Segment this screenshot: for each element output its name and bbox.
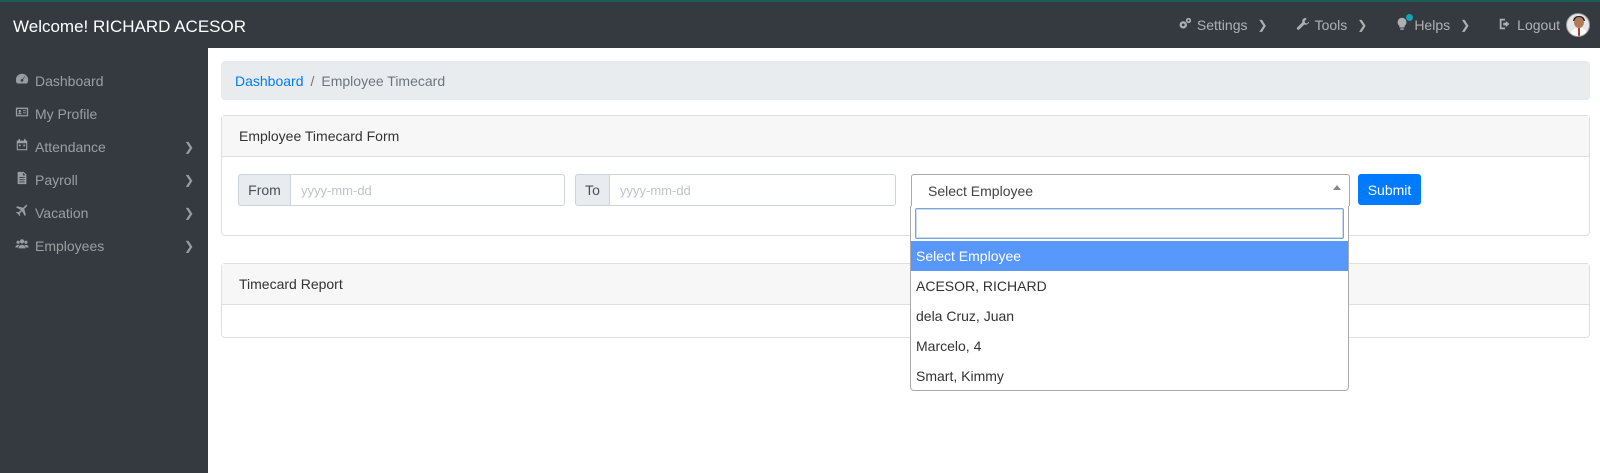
avatar[interactable] (1566, 13, 1590, 37)
timecard-report-title: Timecard Report (222, 264, 1589, 305)
calendar-icon (15, 138, 35, 155)
plane-icon (15, 204, 35, 221)
breadcrumb: Dashboard / Employee Timecard (221, 61, 1590, 100)
sidebar-item-label: Vacation (35, 204, 89, 221)
to-date-group: To (575, 174, 896, 206)
sidebar-item-label: Employees (35, 237, 105, 254)
chevron-right-icon: ❯ (183, 238, 194, 253)
id-card-icon (15, 105, 35, 122)
sign-out-icon (1498, 17, 1512, 34)
welcome-title: Welcome! RICHARD ACESOR (13, 17, 247, 36)
chevron-right-icon: ❯ (1460, 18, 1471, 32)
sidebar-item-label: Attendance (35, 138, 106, 155)
helps-label: Helps (1414, 17, 1451, 33)
sidebar-item-attendance[interactable]: Attendance ❯ (0, 130, 208, 163)
employee-option[interactable]: Marcelo, 4 (911, 331, 1348, 361)
logout-label: Logout (1517, 17, 1560, 33)
wrench-icon (1296, 17, 1310, 34)
sidebar-item-employees[interactable]: Employees ❯ (0, 229, 208, 262)
to-label: To (575, 174, 609, 206)
chevron-right-icon: ❯ (1357, 18, 1368, 32)
sidebar-item-label: My Profile (35, 105, 98, 122)
employee-select-value: Select Employee (928, 182, 1034, 199)
users-icon (15, 237, 35, 254)
tools-menu[interactable]: Tools ❯ (1296, 17, 1368, 34)
sidebar-item-vacation[interactable]: Vacation ❯ (0, 196, 208, 229)
settings-menu[interactable]: Settings ❯ (1178, 17, 1268, 34)
employee-option[interactable]: ACESOR, RICHARD (911, 271, 1348, 301)
tools-label: Tools (1314, 17, 1348, 33)
timecard-form-card: Employee Timecard Form From To Select Em… (221, 115, 1590, 236)
employee-option[interactable]: Smart, Kimmy (911, 361, 1348, 391)
sidebar-item-label: Dashboard (35, 72, 104, 89)
breadcrumb-current: Employee Timecard (321, 72, 446, 89)
sidebar: Dashboard My Profile Attendance ❯ Payrol… (0, 48, 208, 473)
timecard-report-card: Timecard Report (221, 263, 1590, 338)
submit-button[interactable]: Submit (1358, 174, 1421, 205)
sidebar-item-dashboard[interactable]: Dashboard (0, 64, 208, 97)
employee-search-input[interactable] (915, 208, 1344, 239)
chevron-right-icon: ❯ (1257, 18, 1268, 32)
cogs-icon (1178, 17, 1192, 34)
breadcrumb-separator: / (310, 72, 315, 89)
sidebar-item-label: Payroll (35, 171, 78, 188)
top-nav-menu: Settings ❯ Tools ❯ Helps ❯ Logout (1178, 2, 1600, 48)
lightbulb-icon (1395, 13, 1414, 34)
employee-select[interactable]: Select Employee (911, 174, 1350, 206)
employee-options-list: Select Employee ACESOR, RICHARD dela Cru… (911, 241, 1348, 391)
to-date-input[interactable] (609, 174, 896, 206)
top-navbar: Welcome! RICHARD ACESOR Settings ❯ Tools… (0, 0, 1600, 48)
from-date-group: From (238, 174, 565, 206)
breadcrumb-dashboard-link[interactable]: Dashboard (235, 73, 304, 89)
caret-up-icon (1333, 185, 1341, 190)
logout-menu[interactable]: Logout (1498, 13, 1590, 37)
sidebar-item-payroll[interactable]: Payroll ❯ (0, 163, 208, 196)
employee-option[interactable]: dela Cruz, Juan (911, 301, 1348, 331)
helps-menu[interactable]: Helps ❯ (1395, 13, 1471, 34)
dashboard-icon (15, 72, 35, 89)
chevron-right-icon: ❯ (183, 172, 194, 187)
employee-dropdown: Select Employee ACESOR, RICHARD dela Cru… (910, 206, 1349, 391)
employee-option[interactable]: Select Employee (911, 241, 1348, 271)
chevron-right-icon: ❯ (183, 139, 194, 154)
settings-label: Settings (1196, 17, 1248, 33)
from-date-input[interactable] (290, 174, 565, 206)
from-label: From (238, 174, 290, 206)
timecard-form-title: Employee Timecard Form (222, 116, 1589, 157)
notification-dot (1406, 13, 1414, 21)
sidebar-item-my-profile[interactable]: My Profile (0, 97, 208, 130)
file-icon (15, 171, 35, 188)
chevron-right-icon: ❯ (183, 205, 194, 220)
